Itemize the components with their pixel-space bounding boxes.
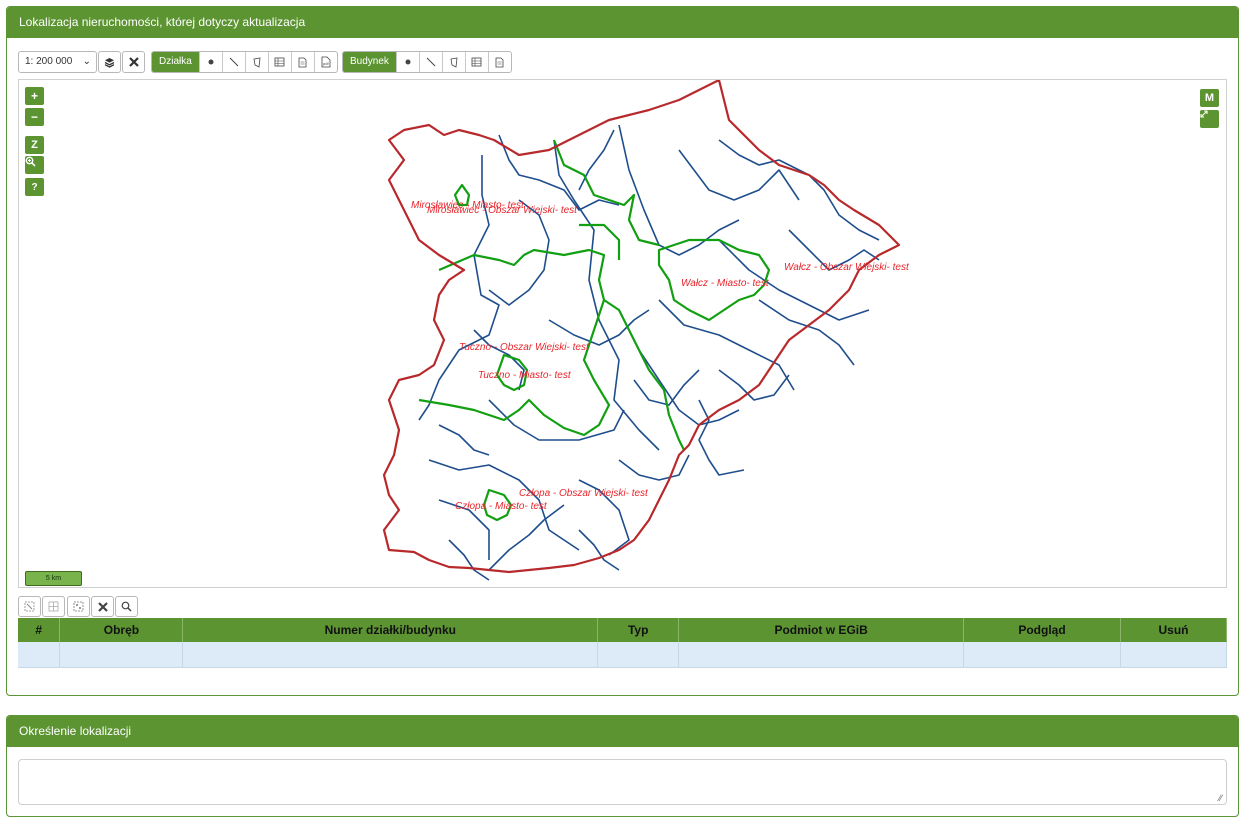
location-description-panel: Określenie lokalizacji ∕∕ <box>6 715 1239 817</box>
zoom-in-button[interactable]: + <box>25 87 44 105</box>
line-icon <box>426 57 436 67</box>
map-label: Wałcz - Obszar Wiejski- test <box>784 262 910 273</box>
remove-selection-button[interactable] <box>91 596 114 617</box>
map-label: Mirosławiec - Obszar Wiejski- test <box>427 205 578 216</box>
polygon-icon <box>450 57 458 68</box>
point-icon <box>208 59 214 65</box>
svg-text:pdf: pdf <box>323 61 329 66</box>
search-icon <box>121 601 132 612</box>
location-panel-title: Lokalizacja nieruchomości, której dotycz… <box>7 7 1238 38</box>
parcels-table: # Obręb Numer działki/budynku Typ Podmio… <box>18 618 1228 668</box>
document-icon <box>298 57 307 67</box>
table-row[interactable] <box>18 642 1228 668</box>
col-header-preview[interactable]: Podgląd <box>963 618 1121 642</box>
layers-icon <box>104 57 115 68</box>
dzialka-table-button[interactable] <box>267 52 291 72</box>
multi-select-icon <box>73 601 84 612</box>
search-button[interactable] <box>115 596 138 617</box>
col-header-parcel-number[interactable]: Numer działki/budynku <box>182 618 599 642</box>
clear-button[interactable] <box>122 51 145 73</box>
table-cell <box>18 642 61 668</box>
map-label: Wałcz - Miasto- test <box>681 278 770 289</box>
col-header-type[interactable]: Typ <box>597 618 680 642</box>
pdf-icon: pdf <box>321 56 331 68</box>
budynek-document-button[interactable] <box>487 52 511 72</box>
dzialka-document-button[interactable] <box>290 52 314 72</box>
map-label: Człopa - Obszar Wiejski- test <box>519 488 649 499</box>
table-header-row: # Obręb Numer działki/budynku Typ Podmio… <box>18 618 1228 642</box>
layers-button[interactable] <box>98 51 121 73</box>
grid-icon <box>48 601 59 612</box>
line-icon <box>229 57 239 67</box>
zoom-area-button[interactable] <box>25 156 44 174</box>
col-header-subject[interactable]: Podmiot w EGiB <box>678 618 965 642</box>
table-cell <box>1120 642 1228 668</box>
select-box-icon <box>24 601 35 612</box>
table-cell <box>963 642 1121 668</box>
map-label: Tuczno - Miasto- test <box>478 370 572 381</box>
budynek-line-button[interactable] <box>418 52 442 72</box>
scale-bar: 5 km <box>25 571 82 586</box>
scale-select-value: 1: 200 000 <box>25 56 73 67</box>
map-label: Człopa - Miasto- test <box>455 501 548 512</box>
select-grid-button[interactable] <box>42 596 65 617</box>
budynek-point-button[interactable] <box>395 52 419 72</box>
table-icon <box>472 57 482 67</box>
dzialka-label: Działka <box>152 52 199 72</box>
basemap-button[interactable]: M <box>1200 89 1219 107</box>
table-cell <box>678 642 965 668</box>
map-view[interactable]: Mirosławiec - Miasto- test Mirosławiec -… <box>18 79 1227 588</box>
table-cell <box>182 642 599 668</box>
polygon-icon <box>253 57 261 68</box>
budynek-label: Budynek <box>343 52 396 72</box>
table-cell <box>597 642 680 668</box>
dzialka-line-button[interactable] <box>221 52 245 72</box>
zoom-extent-button[interactable]: Z <box>25 136 44 154</box>
point-icon <box>405 59 411 65</box>
close-icon <box>97 601 108 612</box>
zoom-area-icon <box>25 156 36 167</box>
dzialka-point-button[interactable] <box>198 52 222 72</box>
select-multi-button[interactable] <box>67 596 90 617</box>
dzialka-pdf-button[interactable]: pdf <box>313 52 337 72</box>
location-description-textarea[interactable] <box>18 759 1227 805</box>
document-icon <box>496 57 504 67</box>
scale-select[interactable]: 1: 200 000 ⌄ <box>18 51 97 73</box>
help-button[interactable]: ? <box>25 178 44 196</box>
fullscreen-button[interactable] <box>1200 110 1219 128</box>
table-cell <box>59 642 184 668</box>
expand-icon <box>1200 110 1208 118</box>
location-panel: Lokalizacja nieruchomości, której dotycz… <box>6 6 1239 696</box>
zoom-out-button[interactable]: − <box>25 108 44 126</box>
budynek-polygon-button[interactable] <box>441 52 465 72</box>
budynek-table-button[interactable] <box>464 52 488 72</box>
col-header-delete[interactable]: Usuń <box>1120 618 1228 642</box>
select-box-button[interactable] <box>18 596 41 617</box>
commune-boundaries <box>418 139 771 522</box>
map-label: Tuczno - Obszar Wiejski- test <box>459 342 590 353</box>
dzialka-polygon-button[interactable] <box>244 52 268 72</box>
map-canvas[interactable]: Mirosławiec - Miasto- test Mirosławiec -… <box>19 80 1227 588</box>
chevron-down-icon: ⌄ <box>82 56 91 67</box>
col-header-obreb[interactable]: Obręb <box>59 618 184 642</box>
table-icon <box>274 57 285 67</box>
col-header-number[interactable]: # <box>18 618 61 642</box>
resize-grip-icon[interactable]: ∕∕ <box>1219 793 1235 815</box>
close-icon <box>128 57 139 67</box>
location-description-title: Określenie lokalizacji <box>7 716 1238 747</box>
budynek-tool-group: Budynek <box>342 51 512 73</box>
dzialka-tool-group: Działka pdf <box>151 51 338 73</box>
